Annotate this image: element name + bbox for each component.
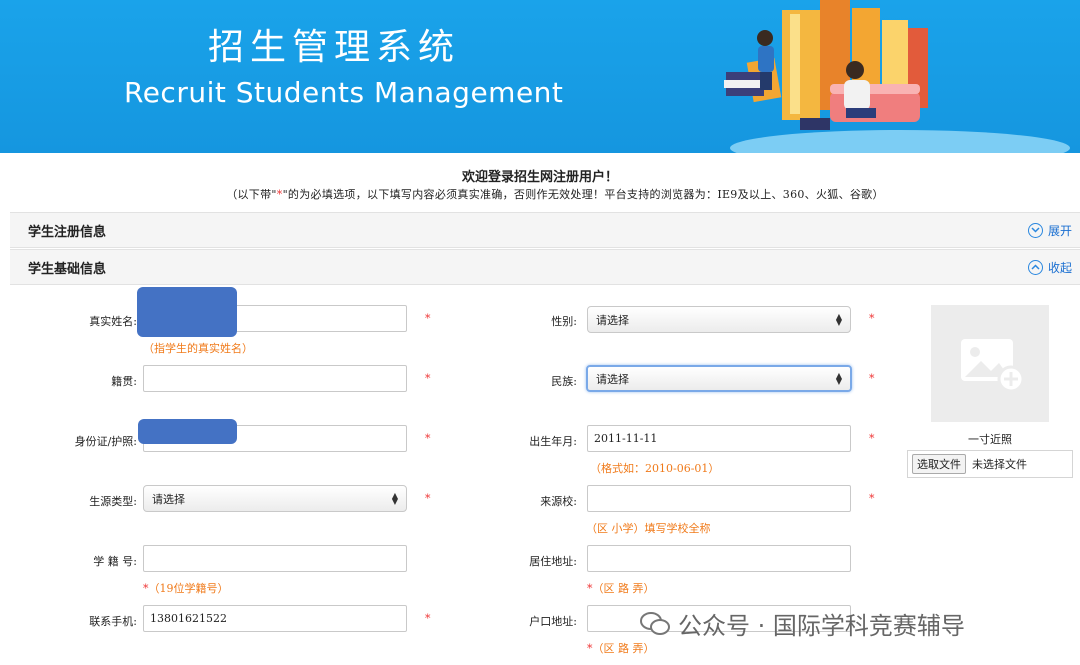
source-type-select[interactable]: 请选择 ▲ ▼	[143, 485, 407, 512]
student-no-hint: *（19位学籍号）	[143, 580, 229, 596]
expand-label: 展开	[1047, 223, 1072, 238]
collapse-label: 收起	[1047, 260, 1072, 275]
select-arrows-icon: ▲ ▼	[835, 311, 842, 327]
header-banner: 招生管理系统 Recruit Students Management	[0, 0, 1080, 153]
ethnic-label: 民族:	[551, 375, 577, 388]
gender-label: 性别:	[551, 315, 577, 328]
required-mark: *	[425, 372, 431, 385]
required-mark: *	[869, 312, 875, 325]
photo-placeholder[interactable]	[931, 305, 1049, 422]
notice-text: （以下带"*"的为必填选项，以下填写内容必须真实准确，否则作无效处理！平台支持的…	[0, 186, 1080, 202]
ethnic-value: 请选择	[596, 372, 629, 386]
birth-hint: （格式如：2010-06-01）	[590, 462, 720, 475]
expand-toggle[interactable]: 展开	[1027, 222, 1072, 239]
address-input[interactable]	[587, 545, 851, 572]
photo-label: 一寸近照	[968, 433, 1012, 446]
required-mark: *	[869, 372, 875, 385]
watermark: 公众号 · 国际学科竞赛辅导	[640, 606, 965, 641]
chevron-down-icon	[1027, 222, 1043, 238]
ethnic-select[interactable]: 请选择 ▲ ▼	[586, 365, 852, 392]
photo-file-picker: 选取文件 未选择文件	[907, 450, 1073, 478]
school-hint: （区 小学）填写学校全称	[586, 522, 711, 535]
panel-registration-header[interactable]: 学生注册信息 展开	[10, 212, 1080, 248]
source-type-label: 生源类型:	[89, 495, 137, 508]
required-mark: *	[869, 492, 875, 505]
banner-title-cn: 招生管理系统	[208, 27, 461, 68]
select-arrows-icon: ▲ ▼	[391, 490, 398, 506]
welcome-text: 欢迎登录招生网注册用户！	[461, 170, 618, 185]
banner-title-en: Recruit Students Management	[124, 76, 564, 109]
student-no-input[interactable]	[143, 545, 407, 572]
select-arrows-icon: ▲ ▼	[835, 370, 842, 386]
address-label: 居住地址:	[529, 555, 577, 568]
school-input[interactable]	[587, 485, 851, 512]
required-mark: *	[425, 492, 431, 505]
address-hint: *（区 路 弄）	[587, 580, 655, 596]
choose-file-button[interactable]: 选取文件	[912, 454, 966, 474]
name-label: 真实姓名:	[89, 315, 137, 328]
notice-suffix: "的为必填选项，以下填写内容必须真实准确，否则作无效处理！平台支持的浏览器为：I…	[282, 188, 884, 201]
required-mark: *	[425, 612, 431, 625]
required-mark: *	[869, 432, 875, 445]
required-mark: *	[425, 432, 431, 445]
redaction-mask	[137, 287, 237, 337]
required-mark: *	[425, 312, 431, 325]
birth-input[interactable]: 2011-11-11	[587, 425, 851, 452]
student-no-label: 学 籍 号:	[93, 555, 137, 568]
native-label: 籍贯:	[111, 375, 137, 388]
watermark-text: 公众号 · 国际学科竞赛辅导	[678, 612, 965, 640]
gender-value: 请选择	[596, 313, 629, 327]
hukou-hint: *（区 路 弄）	[587, 640, 655, 656]
books-illustration-icon	[724, 0, 1070, 153]
wechat-icon	[640, 611, 670, 635]
phone-label: 联系手机:	[89, 615, 137, 628]
redaction-mask	[138, 419, 237, 444]
gender-select[interactable]: 请选择 ▲ ▼	[587, 306, 851, 333]
chevron-up-icon	[1027, 259, 1043, 275]
hukou-hint-text: （区 路 弄）	[592, 642, 655, 655]
school-label: 来源校:	[540, 495, 577, 508]
address-hint-text: （区 路 弄）	[592, 582, 655, 595]
name-hint: （指学生的真实姓名）	[143, 342, 253, 355]
add-image-icon	[961, 339, 1025, 393]
phone-input[interactable]: 13801621522	[143, 605, 407, 632]
panel-basic-header[interactable]: 学生基础信息 收起	[10, 249, 1080, 285]
panel-basic-title: 学生基础信息	[28, 261, 107, 277]
notice-prefix: （以下带"	[226, 188, 277, 201]
birth-label: 出生年月:	[529, 435, 577, 448]
hukou-label: 户口地址:	[529, 615, 577, 628]
collapse-toggle[interactable]: 收起	[1027, 259, 1072, 276]
panel-registration-title: 学生注册信息	[28, 224, 107, 240]
native-input[interactable]	[143, 365, 407, 392]
source-type-value: 请选择	[152, 492, 185, 506]
file-status: 未选择文件	[972, 458, 1027, 471]
idcard-label: 身份证/护照:	[74, 435, 137, 448]
student-no-hint-text: （19位学籍号）	[148, 582, 229, 595]
